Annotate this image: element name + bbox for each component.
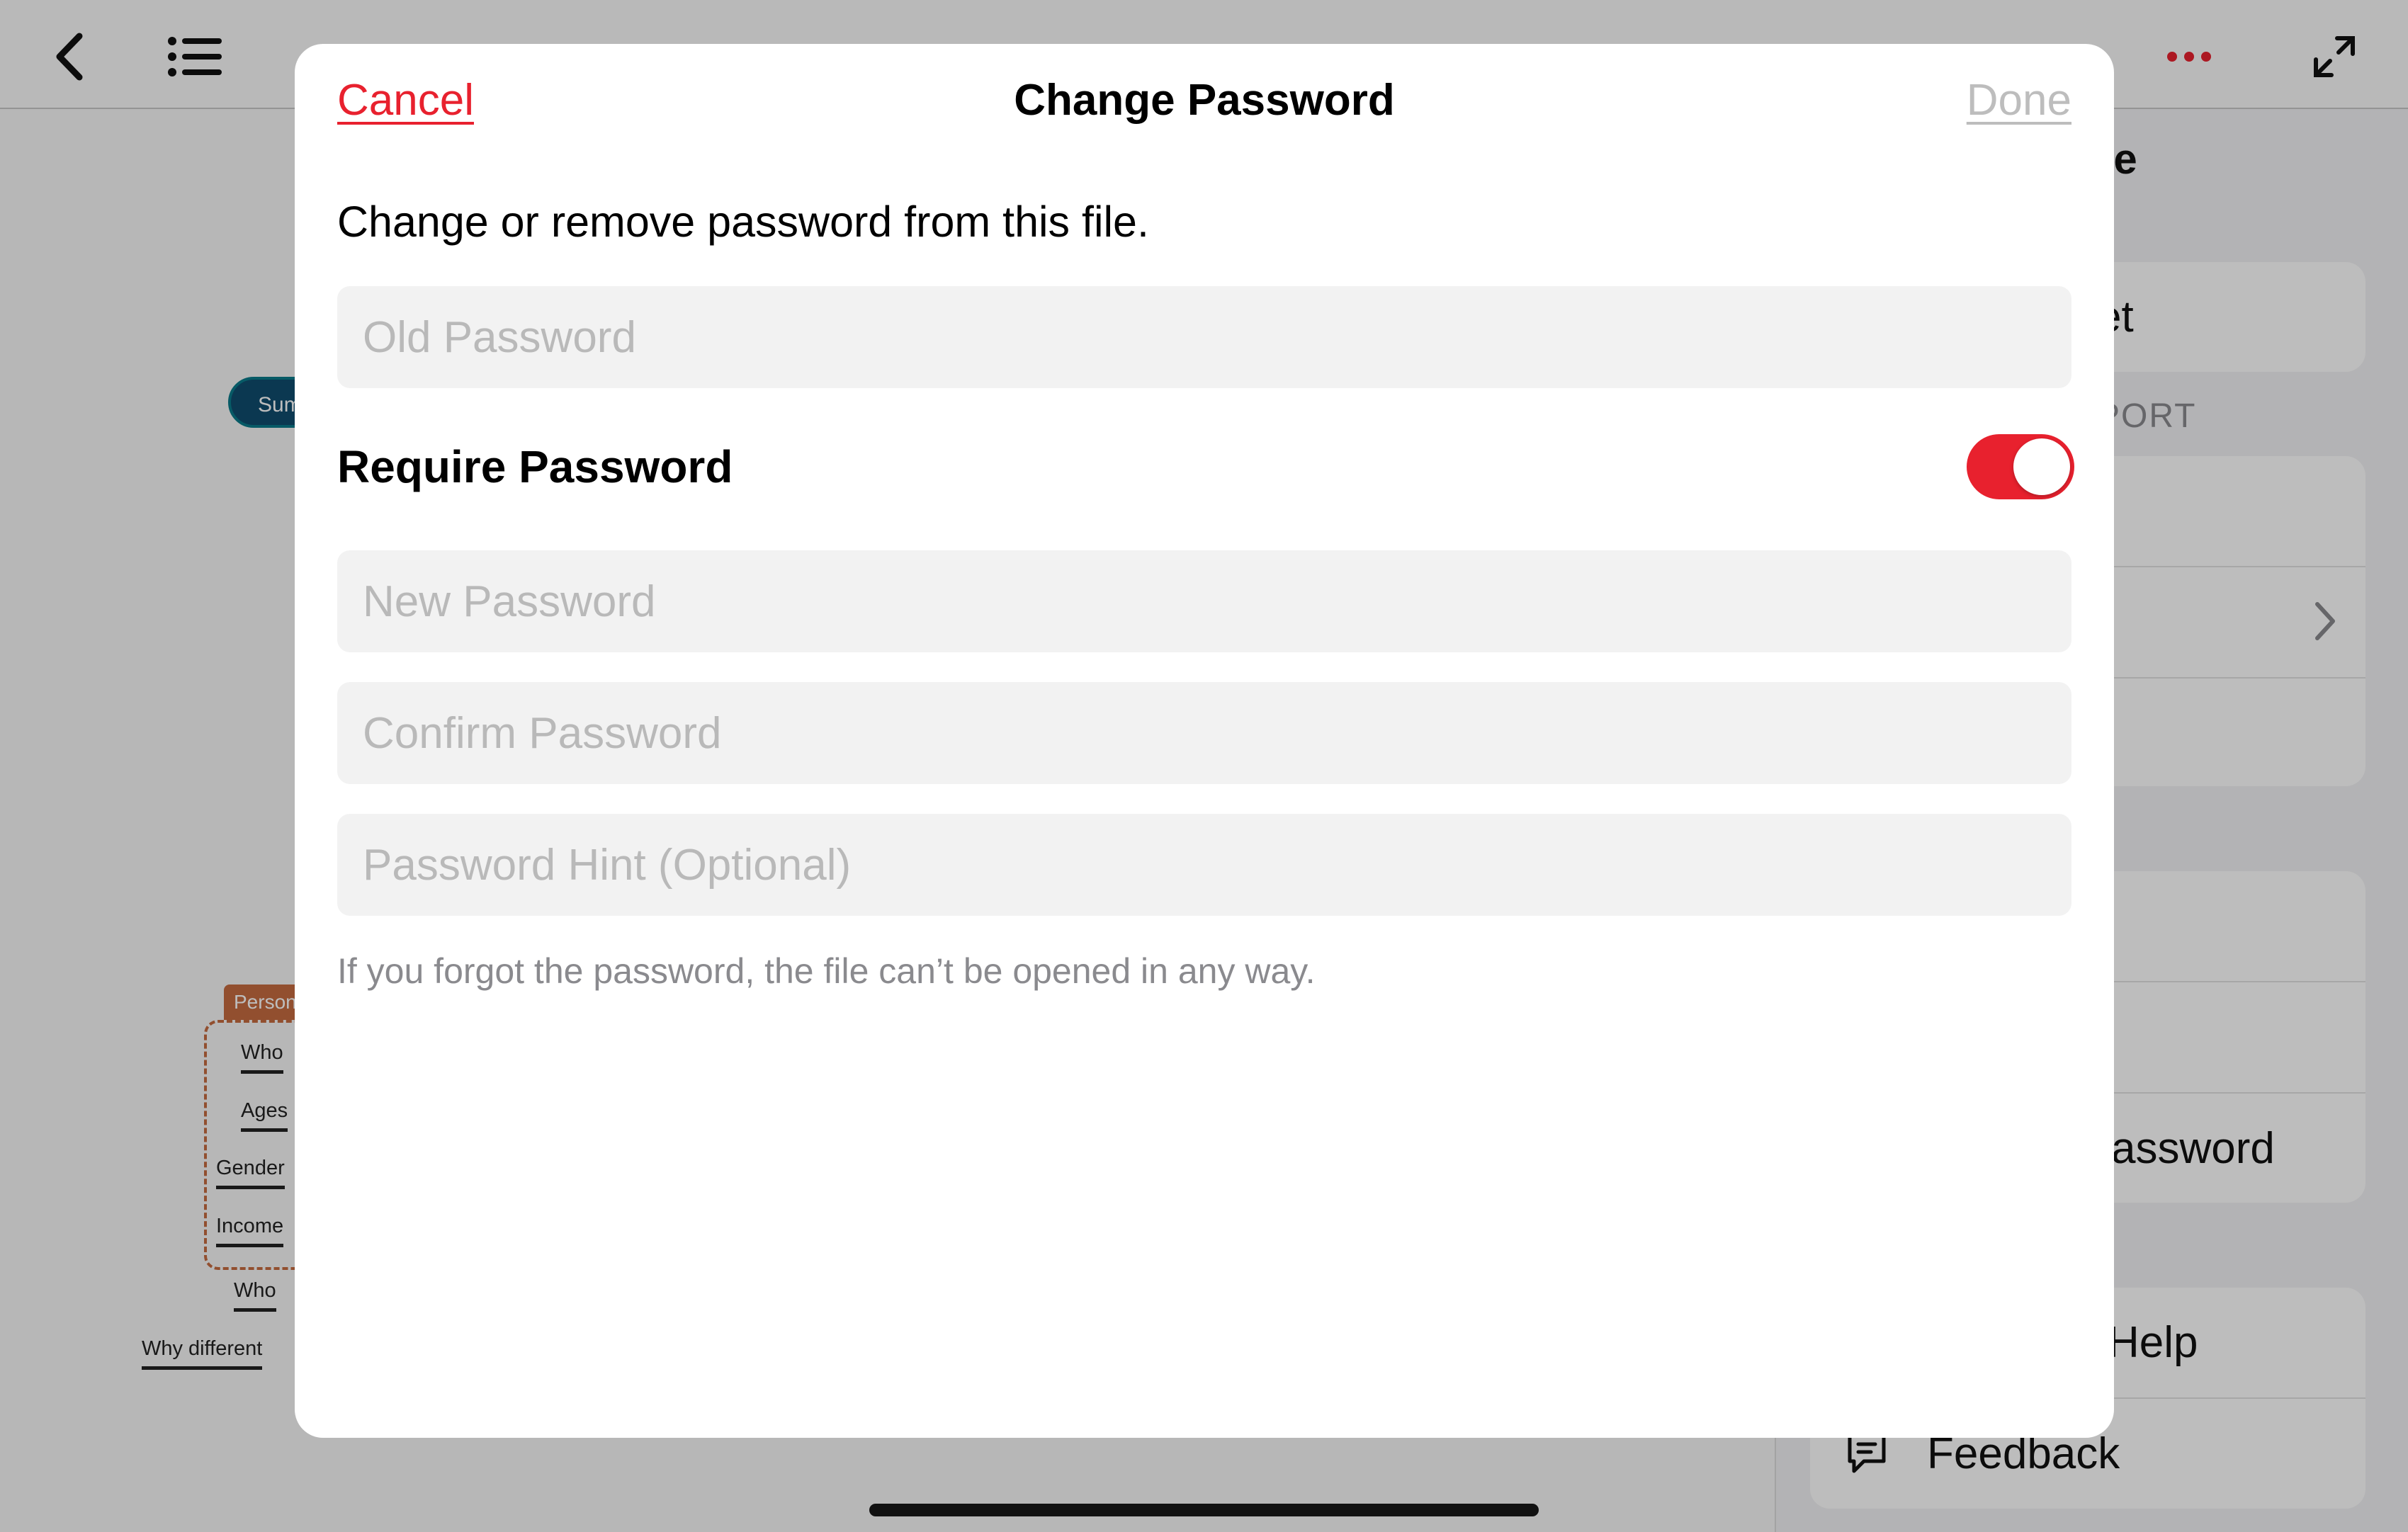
password-hint-field[interactable] [337,814,2071,916]
cancel-button[interactable]: Cancel [337,75,474,125]
home-indicator[interactable] [869,1504,1539,1516]
change-password-dialog: Cancel Change Password Done Change or re… [295,44,2114,1438]
toggle-knob [2013,438,2070,495]
new-password-field[interactable] [337,550,2071,652]
require-password-label: Require Password [337,441,733,492]
require-password-toggle[interactable] [1967,434,2074,499]
old-password-field[interactable] [337,286,2071,388]
dialog-description: Change or remove password from this file… [337,198,1149,246]
forgot-password-warning: If you forgot the password, the file can… [337,951,1316,991]
dialog-title: Change Password [1014,76,1395,125]
confirm-password-field[interactable] [337,682,2071,784]
done-button[interactable]: Done [1967,75,2071,125]
